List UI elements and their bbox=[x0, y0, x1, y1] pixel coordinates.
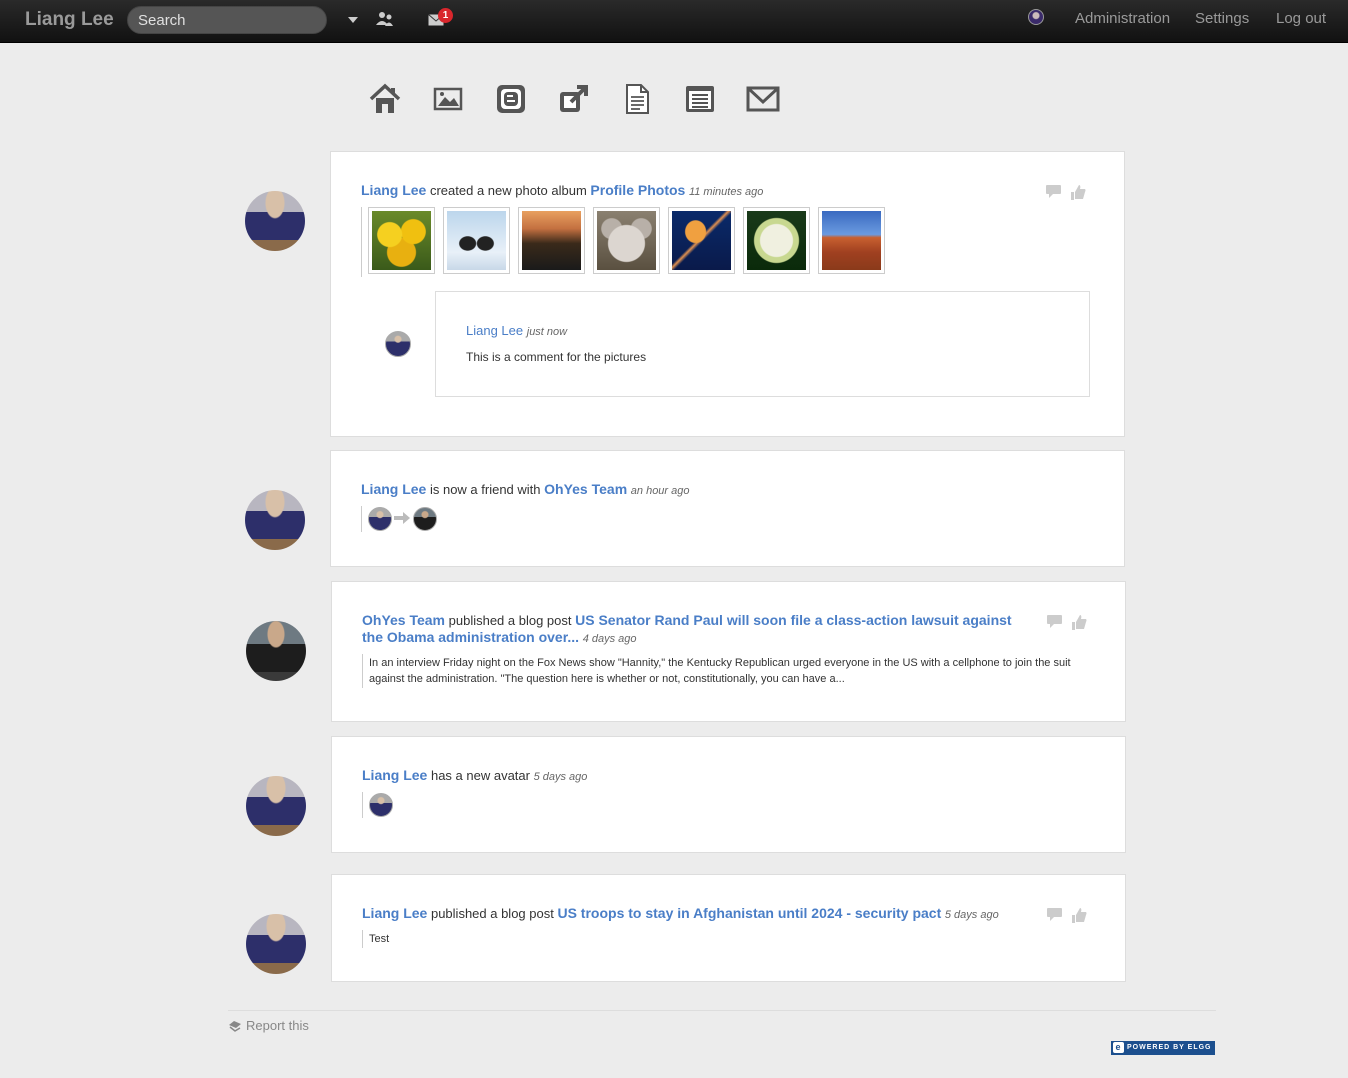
actor-small-avatar[interactable] bbox=[368, 507, 392, 531]
pages-icon[interactable] bbox=[683, 82, 717, 116]
friendship-attachment bbox=[361, 506, 461, 532]
photo-thumbnail[interactable] bbox=[743, 207, 810, 274]
actor-avatar[interactable] bbox=[246, 776, 306, 836]
comment-icon[interactable] bbox=[1046, 907, 1063, 922]
like-icon[interactable] bbox=[1071, 907, 1088, 924]
comment-text: This is a comment for the pictures bbox=[466, 350, 647, 364]
comment-header: Liang Lee just now bbox=[466, 323, 567, 338]
like-icon[interactable] bbox=[1070, 184, 1087, 201]
item-actions bbox=[1046, 614, 1088, 631]
comment-icon[interactable] bbox=[1046, 614, 1063, 629]
river-headline: Liang Lee published a blog post US troop… bbox=[362, 905, 999, 921]
blog-post-link[interactable]: US troops to stay in Afghanistan until 2… bbox=[557, 905, 941, 921]
new-avatar-thumbnail[interactable] bbox=[369, 793, 393, 817]
timestamp: 4 days ago bbox=[582, 633, 637, 645]
photo-thumbnail[interactable] bbox=[668, 207, 735, 274]
actor-link[interactable]: Liang Lee bbox=[361, 481, 426, 497]
comment-box: Liang Lee just now This is a comment for… bbox=[435, 291, 1090, 397]
river-headline: Liang Lee is now a friend with OhYes Tea… bbox=[361, 481, 690, 497]
file-icon[interactable] bbox=[620, 82, 654, 116]
home-icon[interactable] bbox=[368, 82, 402, 116]
river-headline: Liang Lee created a new photo album Prof… bbox=[361, 182, 764, 198]
actor-link[interactable]: Liang Lee bbox=[362, 767, 427, 783]
river-headline: Liang Lee has a new avatar 5 days ago bbox=[362, 767, 588, 783]
timestamp: 11 minutes ago bbox=[688, 186, 764, 198]
top-bar: Liang Lee 1 Administration Settings Log … bbox=[0, 0, 1348, 43]
report-icon bbox=[229, 1020, 241, 1032]
actor-avatar[interactable] bbox=[246, 621, 306, 681]
river-item-blog: OhYes Team published a blog post US Sena… bbox=[331, 581, 1126, 722]
friend-link[interactable]: OhYes Team bbox=[544, 481, 627, 497]
chevron-down-icon[interactable] bbox=[348, 17, 358, 23]
excerpt-wrapper: Test bbox=[362, 930, 562, 948]
footer-divider bbox=[228, 1010, 1216, 1011]
search-input[interactable] bbox=[127, 6, 327, 34]
blog-excerpt: In an interview Friday night on the Fox … bbox=[369, 657, 1071, 685]
timestamp: 5 days ago bbox=[944, 909, 999, 921]
excerpt-wrapper: In an interview Friday night on the Fox … bbox=[362, 654, 1082, 688]
blog-icon[interactable] bbox=[494, 82, 528, 116]
river-headline: OhYes Team published a blog post US Sena… bbox=[362, 612, 1012, 645]
river-item-photo-album: Liang Lee created a new photo album Prof… bbox=[330, 151, 1125, 437]
river-item-avatar: Liang Lee has a new avatar 5 days ago bbox=[331, 736, 1126, 853]
like-icon[interactable] bbox=[1071, 614, 1088, 631]
photo-thumbnail[interactable] bbox=[443, 207, 510, 274]
message-count-badge: 1 bbox=[438, 8, 453, 23]
comment-author-link[interactable]: Liang Lee bbox=[466, 323, 523, 338]
river-item-friendship: Liang Lee is now a friend with OhYes Tea… bbox=[330, 450, 1125, 567]
site-brand[interactable]: Liang Lee bbox=[25, 9, 114, 31]
mail-icon[interactable] bbox=[746, 82, 780, 116]
powered-by-elgg-badge[interactable]: POWERED BY ELGG bbox=[1111, 1041, 1215, 1055]
photo-thumbnail[interactable] bbox=[818, 207, 885, 274]
actor-avatar[interactable] bbox=[246, 914, 306, 974]
album-link[interactable]: Profile Photos bbox=[590, 182, 685, 198]
river-item-blog: Liang Lee published a blog post US troop… bbox=[331, 874, 1126, 982]
photo-thumbnail[interactable] bbox=[518, 207, 585, 274]
timestamp: an hour ago bbox=[630, 485, 690, 497]
share-icon[interactable] bbox=[557, 82, 591, 116]
blog-excerpt: Test bbox=[369, 933, 390, 945]
friends-icon[interactable] bbox=[376, 11, 394, 27]
actor-link[interactable]: Liang Lee bbox=[361, 182, 426, 198]
photo-thumbnail[interactable] bbox=[368, 207, 435, 274]
user-avatar[interactable] bbox=[1028, 9, 1044, 25]
actor-avatar[interactable] bbox=[245, 191, 305, 251]
actor-link[interactable]: Liang Lee bbox=[362, 905, 427, 921]
timestamp: 5 days ago bbox=[533, 771, 588, 783]
friend-small-avatar[interactable] bbox=[413, 507, 437, 531]
item-actions bbox=[1046, 907, 1088, 924]
administration-link[interactable]: Administration bbox=[1075, 10, 1170, 27]
item-actions bbox=[1045, 184, 1087, 201]
album-thumbnails bbox=[361, 207, 891, 277]
actor-avatar[interactable] bbox=[245, 490, 305, 550]
logout-link[interactable]: Log out bbox=[1276, 10, 1326, 27]
actor-link[interactable]: OhYes Team bbox=[362, 612, 445, 628]
settings-link[interactable]: Settings bbox=[1195, 10, 1249, 27]
commenter-avatar[interactable] bbox=[385, 331, 411, 357]
arrow-right-icon bbox=[394, 512, 410, 524]
report-link[interactable]: Report this bbox=[228, 1018, 309, 1033]
avatar-attachment bbox=[362, 792, 402, 818]
photo-icon[interactable] bbox=[431, 82, 465, 116]
comment-timestamp: just now bbox=[526, 326, 568, 338]
photo-thumbnail[interactable] bbox=[593, 207, 660, 274]
comment-icon[interactable] bbox=[1045, 184, 1062, 199]
